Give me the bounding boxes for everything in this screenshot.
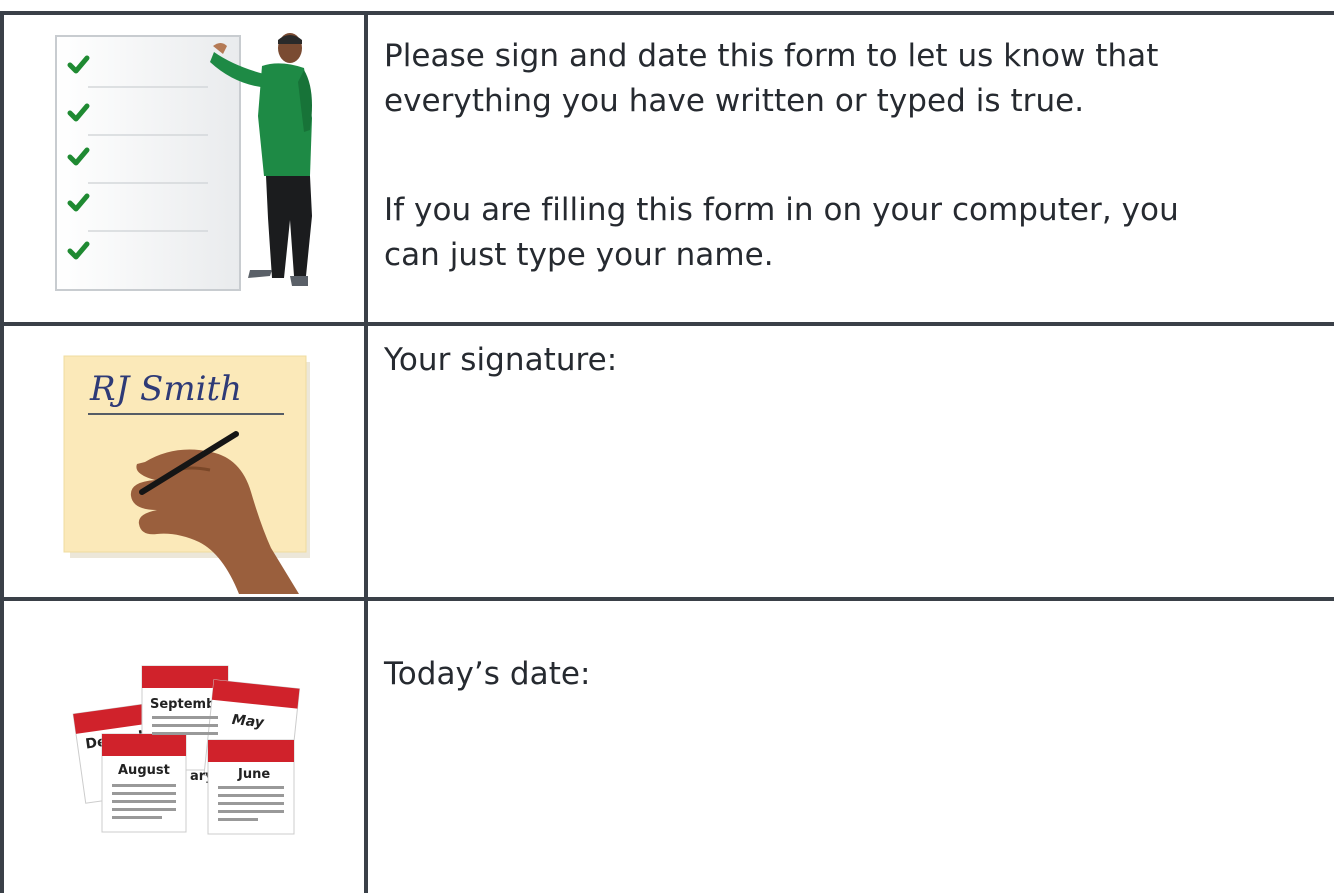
- table-border-left: [0, 11, 4, 893]
- calendars-illustration: Decemb Septembe May August ary June: [72, 665, 301, 835]
- row-divider-1: [0, 322, 1334, 326]
- checklist-person-illustration: [55, 33, 312, 291]
- svg-text:RJ Smith: RJ Smith: [89, 369, 242, 409]
- row-divider-2: [0, 597, 1334, 601]
- date-label: Today’s date:: [384, 656, 591, 692]
- svg-text:August: August: [118, 763, 170, 778]
- svg-text:May: May: [231, 712, 265, 731]
- signature-label: Your signature:: [384, 342, 618, 378]
- signature-field[interactable]: [384, 400, 1314, 580]
- column-divider: [364, 11, 368, 893]
- typing-instruction-text: If you are filling this form in on your …: [384, 192, 1179, 273]
- signature-hand-illustration: RJ Smith: [63, 355, 310, 594]
- declaration-form-table: Please sign and date this form to let us…: [0, 0, 1334, 893]
- table-border-top: [0, 11, 1334, 15]
- svg-text:June: June: [237, 767, 270, 782]
- declaration-instruction-text: Please sign and date this form to let us…: [384, 38, 1159, 119]
- date-field[interactable]: [384, 710, 1314, 880]
